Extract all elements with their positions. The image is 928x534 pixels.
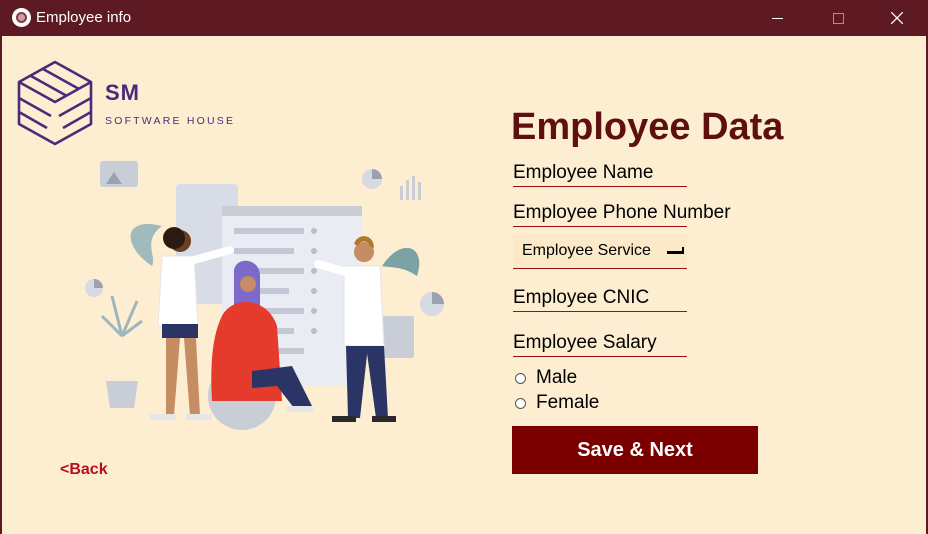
employee-phone-field[interactable]: Employee Phone Number bbox=[513, 202, 731, 227]
employee-cnic-field[interactable]: Employee CNIC bbox=[513, 287, 687, 312]
employee-service-select[interactable]: Employee Service bbox=[513, 234, 687, 269]
page-title: Employee Data bbox=[511, 106, 784, 148]
app-icon bbox=[12, 8, 31, 27]
employee-salary-field[interactable]: Employee Salary bbox=[513, 332, 687, 357]
female-radio-button[interactable] bbox=[515, 397, 526, 409]
title-bar: Employee info bbox=[0, 0, 928, 36]
company-logo-icon bbox=[17, 60, 93, 146]
logo-wordmark: SM bbox=[105, 80, 140, 105]
logo-subtitle: SOFTWARE HOUSE bbox=[105, 115, 236, 127]
minimize-button[interactable] bbox=[754, 0, 800, 36]
employee-service-selected-value: Employee Service bbox=[522, 242, 651, 259]
window-content: SM SOFTWARE HOUSE <Back Employee Data Em… bbox=[2, 36, 926, 534]
male-radio-label: Male bbox=[536, 367, 578, 388]
save-next-button[interactable]: Save & Next bbox=[512, 426, 758, 474]
window-title: Employee info bbox=[36, 9, 132, 26]
gender-option-male[interactable]: Male bbox=[515, 367, 577, 389]
female-radio-label: Female bbox=[536, 392, 600, 413]
minimize-icon bbox=[771, 17, 783, 19]
back-link[interactable]: <Back bbox=[60, 461, 108, 479]
employee-name-field[interactable]: Employee Name bbox=[513, 162, 687, 187]
male-radio-button[interactable] bbox=[515, 372, 526, 384]
gender-option-female[interactable]: Female bbox=[515, 392, 599, 414]
team-illustration bbox=[85, 161, 444, 430]
close-icon bbox=[891, 12, 903, 24]
maximize-button[interactable] bbox=[815, 0, 861, 36]
close-button[interactable] bbox=[874, 0, 920, 36]
maximize-icon bbox=[832, 12, 844, 24]
dropdown-arrow-icon bbox=[667, 247, 684, 254]
